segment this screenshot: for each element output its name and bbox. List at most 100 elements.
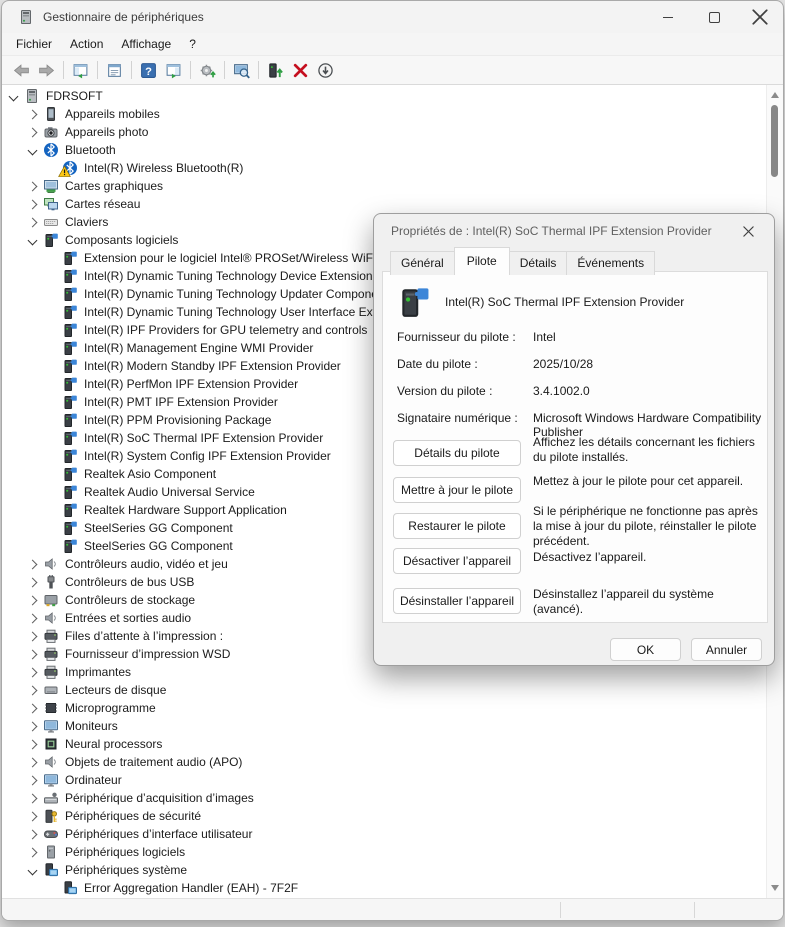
menu-item[interactable]: Affichage [112,34,180,54]
tree-item[interactable]: Ordinateur [2,771,766,789]
tree-item[interactable]: Cartes graphiques [2,177,766,195]
chevron-icon[interactable] [28,631,38,641]
driver-action-description: Mettez à jour le pilote pour cet apparei… [533,474,761,489]
toolbar-separator [131,61,132,79]
tree-item[interactable]: Appareils mobiles [2,105,766,123]
maximize-button[interactable] [691,1,737,33]
chevron-icon[interactable] [28,775,38,785]
security-icon [43,808,59,824]
chevron-icon[interactable] [28,685,38,695]
tree-item[interactable]: Périphériques de sécurité [2,807,766,825]
keyboard-icon [43,214,59,230]
chevron-icon[interactable] [28,109,38,119]
chevron-icon[interactable] [28,739,38,749]
chevron-icon[interactable] [28,847,38,857]
tree-item-label: SteelSeries GG Component [84,521,233,535]
menu-item[interactable]: ? [180,34,205,54]
cancel-button[interactable]: Annuler [691,638,762,661]
field-label: Version du pilote : [397,384,529,398]
update-driver-gear-icon[interactable] [196,59,219,82]
tree-item[interactable]: Appareils photo [2,123,766,141]
chevron-icon[interactable] [28,145,38,155]
driver-action-button[interactable]: Désactiver l’appareil [393,548,521,574]
driver-action-button[interactable]: Détails du pilote [393,440,521,466]
tree-item[interactable]: Cartes réseau [2,195,766,213]
chevron-icon[interactable] [28,217,38,227]
chevron-icon[interactable] [28,865,38,875]
chevron-icon[interactable] [28,235,38,245]
scrollbar-thumb[interactable] [771,105,778,177]
scroll-down-icon[interactable] [771,885,779,891]
software-icon [62,394,78,410]
dialog-title: Propriétés de : Intel(R) SoC Thermal IPF… [391,224,712,238]
tree-item[interactable]: Lecteurs de disque [2,681,766,699]
chevron-icon[interactable] [28,703,38,713]
properties-icon[interactable] [103,59,126,82]
chevron-icon[interactable] [28,577,38,587]
dialog-close-button[interactable] [736,219,760,243]
tree-item-label: Intel(R) PerfMon IPF Extension Provider [84,377,298,391]
chevron-icon[interactable] [28,793,38,803]
chevron-icon[interactable] [28,667,38,677]
menu-item[interactable]: Action [61,34,112,54]
ok-button[interactable]: OK [610,638,681,661]
chevron-icon[interactable] [28,721,38,731]
softdev-icon [43,844,59,860]
driver-action-button[interactable]: Restaurer le pilote [393,513,521,539]
show-console-tree-icon[interactable] [69,59,92,82]
dialog-tab[interactable]: Détails [509,251,568,275]
tree-item[interactable]: Objets de traitement audio (APO) [2,753,766,771]
update-driver-icon[interactable] [264,59,287,82]
software-icon [43,232,59,248]
chevron-icon[interactable] [28,649,38,659]
driver-action-button[interactable]: Désinstaller l’appareil [393,588,521,614]
tree-item-label: Intel(R) Dynamic Tuning Technology Devic… [84,269,373,283]
tree-item[interactable]: Microprogramme [2,699,766,717]
back-icon[interactable] [10,59,33,82]
menu-item[interactable]: Fichier [7,34,61,54]
tree-item-label: SteelSeries GG Component [84,539,233,553]
tree-item[interactable]: FDRSOFT [2,87,766,105]
toolbar-separator [97,61,98,79]
forward-icon[interactable] [35,59,58,82]
chevron-icon[interactable] [28,613,38,623]
chevron-icon[interactable] [28,181,38,191]
monitor-icon [43,718,59,734]
minimize-button[interactable] [645,1,691,33]
chevron-icon[interactable] [28,595,38,605]
maximize-icon [709,12,720,23]
tree-item[interactable]: Intel(R) Wireless Bluetooth(R) [2,159,766,177]
tree-item[interactable]: Périphérique d’acquisition d’images [2,789,766,807]
tree-item[interactable]: Périphériques logiciels [2,843,766,861]
chevron-icon[interactable] [28,757,38,767]
uninstall-device-icon[interactable] [289,59,312,82]
software-icon [62,466,78,482]
help-icon[interactable] [137,59,160,82]
tree-item[interactable]: Bluetooth [2,141,766,159]
dialog-tab[interactable]: Pilote [454,247,510,275]
dialog-tab[interactable]: Général [390,251,455,275]
tree-item[interactable]: Périphériques d’interface utilisateur [2,825,766,843]
tree-item[interactable]: Moniteurs [2,717,766,735]
tree-item-label: Imprimantes [65,665,131,679]
action-pane-icon[interactable] [162,59,185,82]
close-button[interactable] [737,1,783,33]
disable-device-icon[interactable] [314,59,337,82]
scroll-up-icon[interactable] [771,92,779,98]
chevron-icon[interactable] [28,811,38,821]
chevron-icon[interactable] [28,829,38,839]
chevron-icon[interactable] [9,91,19,101]
chevron-icon[interactable] [28,199,38,209]
chevron-icon[interactable] [28,559,38,569]
software-icon [62,502,78,518]
tree-item[interactable]: Error Aggregation Handler (EAH) - 7F2F [2,879,766,897]
bluetooth-icon [62,160,78,176]
chevron-icon[interactable] [28,127,38,137]
tree-item[interactable]: Périphériques système [2,861,766,879]
driver-tab-panel: Intel(R) SoC Thermal IPF Extension Provi… [382,271,768,623]
scan-hardware-changes-icon[interactable] [230,59,253,82]
driver-action-button[interactable]: Mettre à jour le pilote [393,477,521,503]
tree-item[interactable]: Neural processors [2,735,766,753]
dialog-tab[interactable]: Événements [566,251,655,275]
field-value: 2025/10/28 [533,357,765,371]
